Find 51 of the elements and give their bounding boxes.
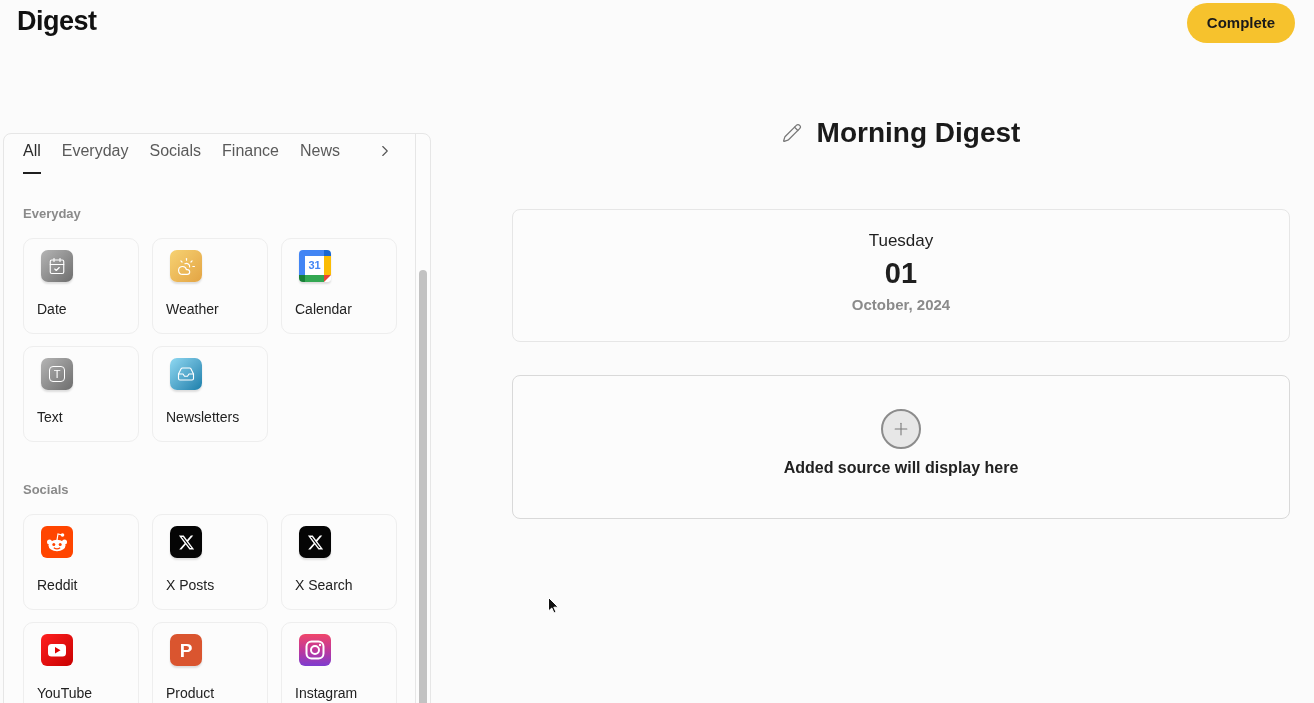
calendar-icon: 31 <box>299 250 331 282</box>
source-card[interactable]: X Search <box>281 514 397 610</box>
source-card[interactable]: T Text <box>23 346 139 442</box>
source-label: Date <box>37 301 68 317</box>
letter-icon: P <box>170 634 202 666</box>
month-year-text: October, 2024 <box>851 296 951 314</box>
source-card[interactable]: Newsletters <box>152 346 268 442</box>
source-card[interactable]: Date <box>23 238 139 334</box>
source-label: YouTube <box>37 685 93 701</box>
play-button-icon <box>41 634 73 666</box>
source-label: Reddit <box>37 577 79 593</box>
camera-icon <box>299 634 331 666</box>
source-card[interactable]: P Product <box>152 622 268 703</box>
category-tab[interactable]: All <box>23 140 41 174</box>
source-label: Instagram <box>295 685 359 701</box>
category-tab[interactable]: News <box>300 140 340 174</box>
category-tab[interactable]: Everyday <box>61 140 129 174</box>
x-mark-icon <box>299 526 331 558</box>
text-box-icon: T <box>41 358 73 390</box>
complete-button[interactable]: Complete <box>1187 3 1295 43</box>
source-card[interactable]: Reddit <box>23 514 139 610</box>
weekday-text: Tuesday <box>868 231 934 251</box>
section-heading: Socials <box>23 482 70 498</box>
source-card[interactable]: Weather <box>152 238 268 334</box>
inbox-icon <box>170 358 202 390</box>
category-tab[interactable]: Socials <box>149 140 202 174</box>
logo: Digest <box>17 5 97 38</box>
source-label: Weather <box>166 301 220 317</box>
source-card[interactable]: 31 Calendar <box>281 238 397 334</box>
source-card[interactable]: YouTube <box>23 622 139 703</box>
cursor-icon <box>548 597 559 614</box>
source-card[interactable]: X Posts <box>152 514 268 610</box>
alien-face-icon <box>41 526 73 558</box>
source-label: Calendar <box>295 301 353 317</box>
add-source-button[interactable] <box>881 409 921 449</box>
source-label: Newsletters <box>166 409 241 425</box>
digest-title: Morning Digest <box>816 116 1021 150</box>
source-label: Product <box>166 685 216 701</box>
category-tab[interactable]: Finance <box>222 140 279 174</box>
source-label: X Search <box>295 577 354 593</box>
day-number: 01 <box>884 257 918 289</box>
scrollbar[interactable] <box>419 270 427 703</box>
placeholder-message: Added source will display here <box>783 458 1019 478</box>
source-card[interactable]: Instagram <box>281 622 397 703</box>
source-label: X Posts <box>166 577 216 593</box>
source-label: Text <box>37 409 64 425</box>
section-heading: Everyday <box>23 206 82 222</box>
x-mark-icon <box>170 526 202 558</box>
cloud-sun-icon <box>170 250 202 282</box>
calendar-check-icon <box>41 250 73 282</box>
pencil-icon[interactable] <box>781 123 802 143</box>
